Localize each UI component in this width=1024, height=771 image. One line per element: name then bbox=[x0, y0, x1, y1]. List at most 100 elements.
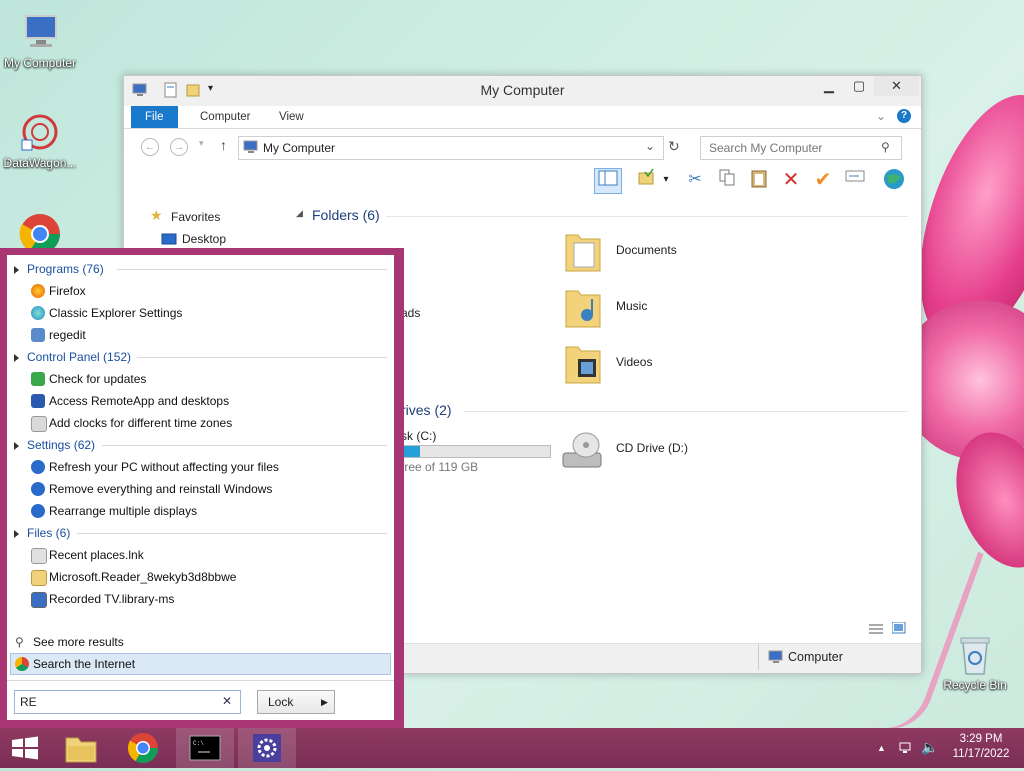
apply-icon[interactable]: ✔ bbox=[810, 168, 836, 192]
lock-button[interactable]: Lock bbox=[257, 690, 317, 714]
address-text: My Computer bbox=[263, 141, 336, 155]
desktop-folder-icon bbox=[161, 233, 177, 248]
delete-icon[interactable]: ✕ bbox=[778, 168, 804, 192]
desktop-icon-my-computer[interactable]: My Computer bbox=[0, 10, 80, 70]
copy-icon[interactable] bbox=[714, 168, 740, 192]
regedit-icon bbox=[31, 328, 45, 342]
drive-c-usage-fill bbox=[402, 446, 420, 457]
up-button[interactable]: ↑ bbox=[220, 137, 227, 153]
svg-text:C:\: C:\ bbox=[193, 740, 204, 747]
drives-header[interactable]: rives (2) bbox=[401, 402, 452, 418]
volume-icon[interactable]: 🔈 bbox=[921, 739, 938, 756]
select-folder-icon[interactable] bbox=[634, 168, 660, 192]
taskbar-file-explorer[interactable] bbox=[52, 728, 110, 768]
minimize-button[interactable]: ▁ bbox=[814, 76, 844, 96]
result-item[interactable]: Classic Explorer Settings bbox=[7, 302, 394, 324]
taskbar: C:\ ▲ 🔈 3:29 PM 11/17/2022 bbox=[0, 728, 1024, 768]
collapse-ribbon-icon[interactable]: ⌄ bbox=[876, 109, 886, 123]
address-bar[interactable]: My Computer ⌄ bbox=[238, 136, 664, 160]
search-icon: ⚲ bbox=[15, 635, 24, 649]
folder-item[interactable]: Videos bbox=[564, 341, 764, 385]
recent-locations-icon[interactable]: ▾ bbox=[199, 138, 204, 149]
large-icons-view-icon[interactable] bbox=[891, 621, 906, 637]
folder-icon bbox=[31, 570, 47, 586]
group-divider bbox=[386, 216, 908, 217]
help-icon[interactable]: ? bbox=[897, 109, 911, 123]
forward-button[interactable]: → bbox=[170, 138, 188, 156]
tab-view[interactable]: View bbox=[265, 106, 318, 128]
lock-label: Lock bbox=[268, 695, 294, 709]
globe-icon[interactable] bbox=[881, 168, 907, 192]
shutdown-options-arrow[interactable]: ▶ bbox=[315, 690, 335, 714]
result-item[interactable]: Recorded TV.library-ms bbox=[7, 588, 394, 610]
chrome-icon bbox=[15, 657, 29, 671]
remoteapp-icon bbox=[31, 394, 45, 408]
expand-icon bbox=[14, 529, 19, 538]
paste-icon[interactable] bbox=[746, 168, 772, 192]
select-dropdown-icon[interactable]: ▾ bbox=[659, 168, 673, 192]
clear-search-icon[interactable]: ✕ bbox=[222, 694, 232, 708]
ribbon-tabs: File Computer View ⌄ ? bbox=[124, 106, 921, 129]
group-divider bbox=[77, 533, 387, 534]
start-button[interactable] bbox=[0, 728, 50, 768]
folder-item[interactable]: Music bbox=[564, 285, 764, 329]
folder-item[interactable]: Documents bbox=[564, 229, 764, 273]
refresh-icon[interactable]: ↻ bbox=[668, 138, 680, 155]
drive-item[interactable]: CD Drive (D:) bbox=[561, 429, 761, 473]
search-icon[interactable]: ⚲ bbox=[881, 140, 890, 154]
file-explorer-icon bbox=[65, 737, 97, 763]
taskbar-command-prompt[interactable]: C:\ bbox=[176, 728, 234, 768]
drive-c-label[interactable]: sk (C:) bbox=[401, 429, 436, 443]
result-item[interactable]: Remove everything and reinstall Windows bbox=[7, 478, 394, 500]
result-item[interactable]: Recent places.lnk bbox=[7, 544, 394, 566]
nav-favorites[interactable]: Favorites bbox=[171, 210, 220, 224]
navigation-bar: ← → ▾ ↑ My Computer ⌄ ↻ Search My Comput… bbox=[124, 129, 921, 163]
folders-header[interactable]: Folders (6) bbox=[312, 207, 380, 223]
nav-desktop[interactable]: Desktop bbox=[182, 232, 226, 246]
desktop-icon-label: DataWagon... bbox=[3, 156, 77, 170]
start-menu-results: Programs (76) Firefox Classic Explorer S… bbox=[7, 255, 394, 720]
maximize-button[interactable]: ▢ bbox=[844, 76, 874, 96]
result-item[interactable]: Check for updates bbox=[7, 368, 394, 390]
desktop-icon-datawagon[interactable]: DataWagon... bbox=[0, 110, 80, 170]
title-bar[interactable]: ▾ My Computer ▁ ▢ ✕ bbox=[124, 76, 921, 106]
result-item[interactable]: Access RemoteApp and desktops bbox=[7, 390, 394, 412]
see-more-results[interactable]: ⚲ See more results bbox=[7, 631, 394, 653]
desktop-icon-recycle-bin[interactable]: Recycle Bin bbox=[935, 632, 1015, 692]
search-box[interactable]: Search My Computer ⚲ bbox=[700, 136, 902, 160]
clock[interactable]: 3:29 PM 11/17/2022 bbox=[946, 732, 1016, 762]
taskbar-chrome[interactable] bbox=[114, 728, 172, 768]
group-divider bbox=[102, 445, 387, 446]
result-item[interactable]: Refresh your PC without affecting your f… bbox=[7, 456, 394, 478]
taskbar-settings[interactable] bbox=[238, 728, 296, 768]
details-view-icon[interactable] bbox=[869, 623, 883, 638]
navigation-pane-button[interactable] bbox=[594, 168, 622, 194]
collapse-group-icon[interactable]: ◢ bbox=[296, 208, 303, 219]
cut-icon[interactable]: ✂ bbox=[682, 168, 708, 192]
computer-icon bbox=[768, 650, 784, 667]
result-item[interactable]: Add clocks for different time zones bbox=[7, 412, 394, 434]
status-location: Computer bbox=[788, 650, 843, 664]
group-divider bbox=[137, 357, 387, 358]
network-icon[interactable] bbox=[898, 740, 914, 759]
close-button[interactable]: ✕ bbox=[874, 76, 919, 96]
result-item[interactable]: Microsoft.Reader_8wekyb3d8bbwe bbox=[7, 566, 394, 588]
tab-file[interactable]: File bbox=[131, 106, 178, 128]
back-button[interactable]: ← bbox=[141, 138, 159, 156]
start-search-input[interactable]: RE ✕ bbox=[14, 690, 241, 714]
folder-label: Videos bbox=[616, 355, 653, 369]
search-internet[interactable]: Search the Internet bbox=[10, 653, 391, 675]
result-item[interactable]: Rearrange multiple displays bbox=[7, 500, 394, 522]
rename-icon[interactable] bbox=[842, 168, 868, 192]
show-hidden-icons[interactable]: ▲ bbox=[877, 743, 886, 753]
folder-label: Music bbox=[616, 299, 648, 313]
result-item[interactable]: regedit bbox=[7, 324, 394, 346]
recycle-bin-icon bbox=[953, 632, 997, 676]
gear-icon bbox=[253, 734, 281, 762]
cd-drive-icon bbox=[562, 432, 602, 468]
result-item[interactable]: Firefox bbox=[7, 280, 394, 302]
windows-logo-icon bbox=[12, 736, 38, 760]
tab-computer[interactable]: Computer bbox=[186, 106, 265, 128]
address-dropdown-icon[interactable]: ⌄ bbox=[645, 139, 655, 153]
status-divider bbox=[758, 644, 759, 670]
